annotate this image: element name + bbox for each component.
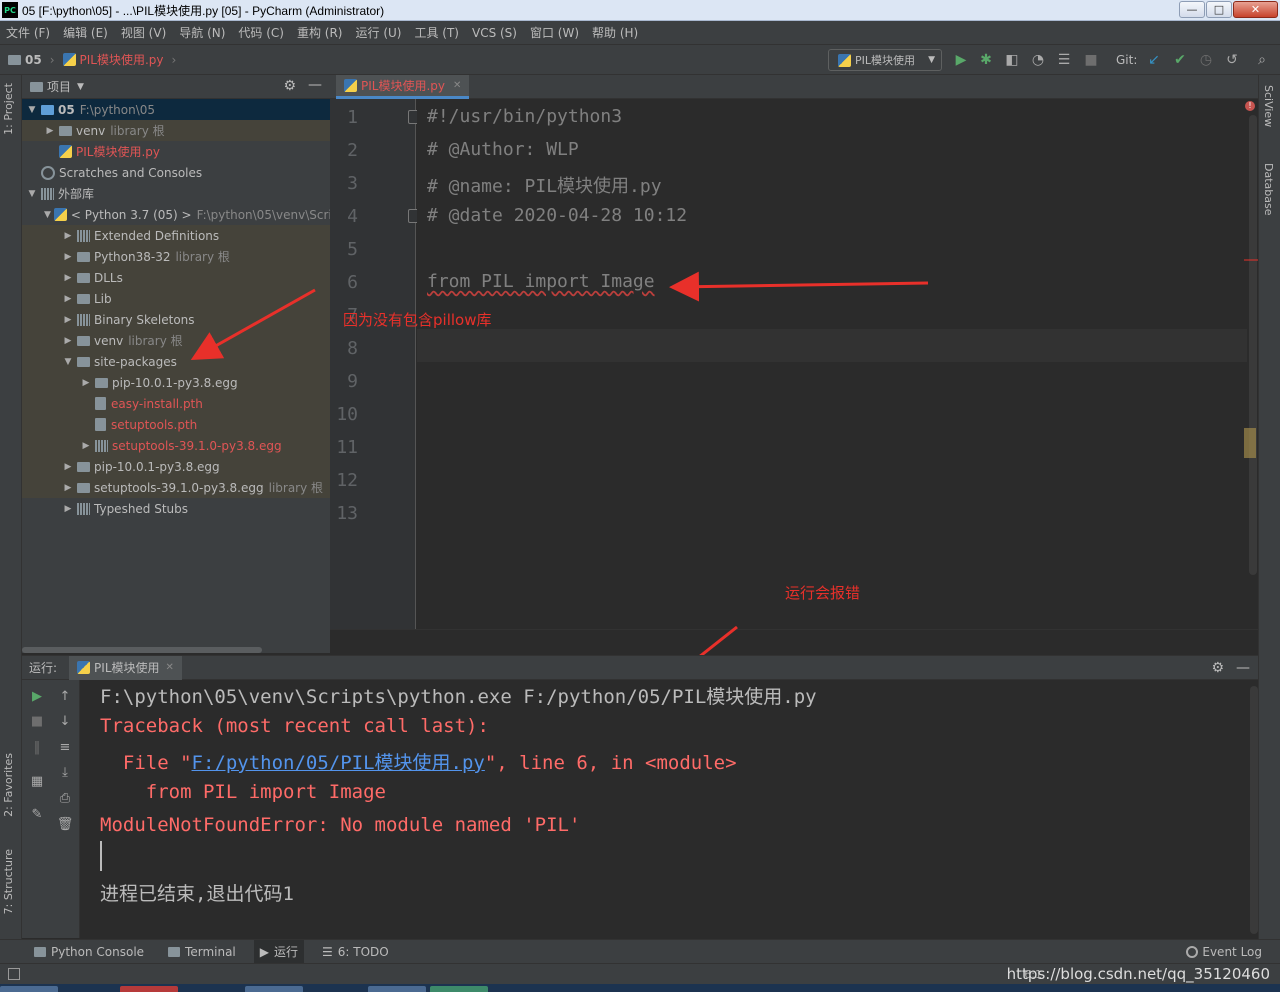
scroll-down-icon[interactable]: ↓	[55, 711, 75, 731]
taskbar-item[interactable]	[430, 986, 488, 992]
arrow-to-import-line	[669, 271, 929, 302]
tab-python-console-label: Python Console	[51, 944, 145, 959]
bottom-tool-bar: Python Console Terminal ▶ 运行 ☰ 6: TODO E…	[0, 939, 1280, 964]
python-console-icon	[34, 946, 46, 957]
console-cursor	[100, 841, 102, 871]
windows-taskbar	[0, 984, 1280, 992]
tab-todo-label: 6: TODO	[337, 944, 389, 959]
todo-icon: ☰	[322, 944, 333, 959]
watermark-text: https://blog.csdn.net/qq_35120460	[1006, 965, 1270, 983]
taskbar-item[interactable]	[120, 986, 178, 992]
console-traceback-line: Traceback (most recent call last):	[100, 715, 489, 737]
print-icon[interactable]: ⎙	[55, 788, 75, 808]
trash-icon[interactable]: 🗑	[55, 814, 75, 834]
status-bar: 6:1 https://blog.csdn.net/qq_35120460	[0, 963, 1280, 984]
traceback-file-link[interactable]: F:/python/05/PIL模块使用.py	[192, 752, 485, 774]
console-vertical-scrollbar[interactable]	[1250, 686, 1258, 934]
console-exit-line: 进程已结束,退出代码1	[100, 883, 294, 905]
event-log-button[interactable]: Event Log	[1186, 945, 1262, 959]
event-log-icon	[1186, 946, 1199, 958]
layout-icon[interactable]: ▦	[27, 771, 47, 791]
console-import-line: from PIL import Image	[100, 781, 386, 803]
scroll-up-icon[interactable]: ↑	[55, 686, 75, 706]
arrow-to-site-packages	[190, 288, 316, 360]
python-icon	[77, 661, 91, 674]
soft-wrap-icon[interactable]: ≡	[55, 737, 75, 757]
event-log-label: Event Log	[1202, 945, 1262, 959]
run-tab-pil[interactable]: PIL模块使用 ✕	[69, 655, 182, 680]
terminal-icon	[168, 946, 181, 957]
console-error-line: ModuleNotFoundError: No module named 'PI…	[100, 814, 581, 836]
tab-run-label: 运行	[274, 945, 299, 959]
taskbar-item[interactable]	[245, 986, 303, 992]
run-panel-label: 运行:	[29, 661, 58, 675]
file-suffix: ", line 6, in <module>	[484, 752, 737, 774]
run-tab-label: PIL模块使用	[94, 661, 160, 675]
file-prefix: File "	[100, 752, 192, 774]
run-console[interactable]: F:\python\05\venv\Scripts\python.exe F:/…	[80, 680, 1250, 938]
run-icon: ▶	[259, 944, 269, 959]
tab-todo[interactable]: ☰ 6: TODO	[316, 940, 395, 964]
tab-terminal-label: Terminal	[185, 944, 236, 959]
gear-icon[interactable]: ⚙	[1211, 660, 1224, 676]
console-command-line: F:\python\05\venv\Scripts\python.exe F:/…	[100, 686, 817, 708]
tab-terminal[interactable]: Terminal	[162, 940, 242, 964]
toggle-tool-windows-icon[interactable]	[8, 968, 20, 980]
close-icon[interactable]: ✕	[166, 662, 174, 673]
scroll-to-end-icon[interactable]: ⤓	[55, 762, 75, 782]
run-panel-header: 运行: PIL模块使用 ✕ ⚙ —	[22, 655, 1258, 680]
pin-icon[interactable]: ✎	[27, 804, 47, 824]
taskbar-item[interactable]	[368, 986, 426, 992]
stop-icon[interactable]: ■	[27, 711, 47, 731]
rerun-icon[interactable]: ▶	[27, 686, 47, 706]
run-toolbar: ▶ ■ ‖ ▦ ✎ ↑ ↓ ≡ ⤓ ⎙ 🗑	[22, 680, 80, 938]
tab-run[interactable]: ▶ 运行	[253, 939, 305, 964]
console-file-line: File "F:/python/05/PIL模块使用.py", line 6, …	[100, 748, 737, 775]
tab-python-console[interactable]: Python Console	[28, 940, 150, 964]
taskbar-item[interactable]	[0, 986, 58, 992]
pause-icon[interactable]: ‖	[27, 737, 47, 757]
hide-panel-icon[interactable]: —	[1236, 660, 1250, 676]
